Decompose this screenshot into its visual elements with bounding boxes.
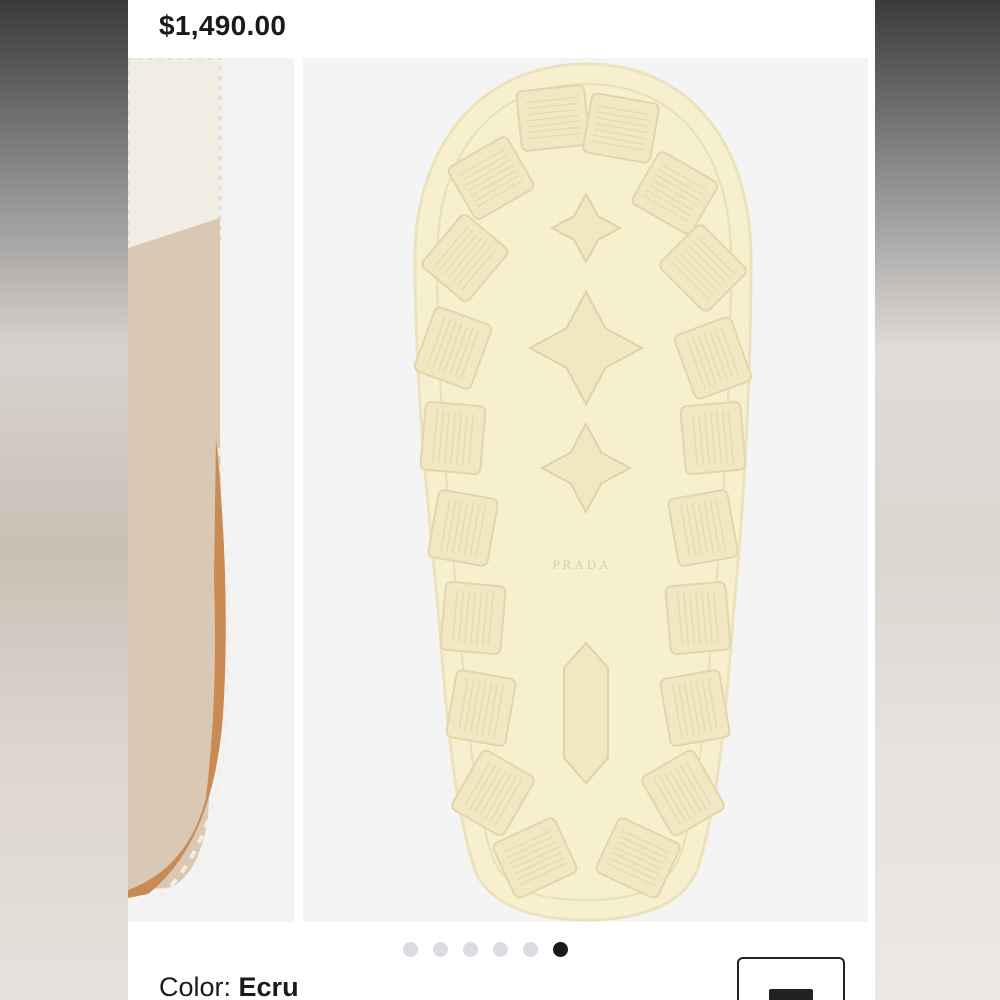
sole-illustration: PRADA <box>303 58 868 922</box>
product-price: $1,490.00 <box>159 10 287 41</box>
sole-heel-emblem <box>563 641 609 785</box>
boot-side-illustration <box>128 58 294 922</box>
main-product-image[interactable]: PRADA <box>303 58 868 922</box>
save-icon <box>769 989 813 1000</box>
carousel-dot-3[interactable] <box>463 942 478 957</box>
sole-lug <box>419 401 487 475</box>
sole-lug <box>659 669 731 747</box>
product-page: $1,490.00 PRADA Color: Ecru <box>128 0 875 1000</box>
carousel-dot-1[interactable] <box>403 942 418 957</box>
background-left <box>0 0 128 1000</box>
save-button[interactable] <box>737 957 845 1000</box>
color-value: Ecru <box>238 972 299 1000</box>
sole-lug <box>679 401 747 475</box>
color-selector-label: Color: Ecru <box>159 972 299 1000</box>
background-right <box>875 0 1000 1000</box>
sole-brand-text: PRADA <box>552 557 611 572</box>
previous-product-image[interactable] <box>128 58 294 922</box>
image-carousel[interactable]: PRADA <box>128 58 875 922</box>
sole-lug <box>427 489 499 567</box>
sole-lug <box>439 581 507 655</box>
carousel-pagination <box>403 942 568 957</box>
carousel-dot-4[interactable] <box>493 942 508 957</box>
color-label: Color: <box>159 972 239 1000</box>
carousel-dot-6[interactable] <box>553 942 568 957</box>
sole-lug <box>582 92 660 164</box>
sole-lug <box>667 489 739 567</box>
carousel-dot-2[interactable] <box>433 942 448 957</box>
sole-lug <box>515 84 591 152</box>
carousel-dot-5[interactable] <box>523 942 538 957</box>
sole-lug <box>664 581 732 655</box>
sole-lug <box>445 669 517 747</box>
